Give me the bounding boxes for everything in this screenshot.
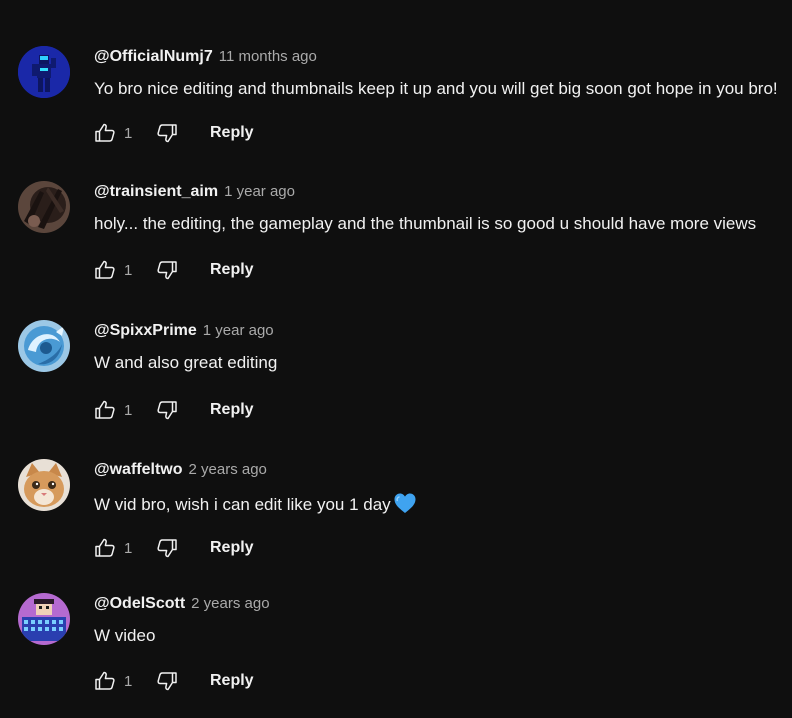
like-button[interactable] xyxy=(92,120,118,146)
thumbs-up-icon xyxy=(95,400,115,419)
comment-actions: 1 Reply xyxy=(92,257,254,283)
dislike-button[interactable] xyxy=(154,120,180,146)
comment-header: @trainsient_aim 1 year ago xyxy=(94,183,295,205)
comment-text: W video xyxy=(94,626,156,645)
comment-timestamp[interactable]: 2 years ago xyxy=(189,461,267,478)
thumbs-up-icon xyxy=(95,671,115,690)
dark-creature-avatar-icon xyxy=(18,181,70,233)
comment-author[interactable]: @SpixxPrime xyxy=(94,322,197,339)
comment-text: W and also great editing xyxy=(94,353,278,372)
comment-item: @OfficialNumj7 11 months ago Yo bro nice … xyxy=(0,46,792,178)
comment-header: @waffeltwo 2 years ago xyxy=(94,461,267,483)
avatar[interactable] xyxy=(18,459,70,511)
comment-timestamp[interactable]: 1 year ago xyxy=(203,322,274,339)
comment-text: Yo bro nice editing and thumbnails keep … xyxy=(94,79,778,98)
pixel-character-avatar-icon xyxy=(18,593,70,645)
comment-item: @SpixxPrime 1 year ago W and also great e… xyxy=(0,320,792,452)
thumbs-up-icon xyxy=(95,538,115,557)
comment-timestamp[interactable]: 11 months ago xyxy=(219,48,317,65)
comment-actions: 1 Reply xyxy=(92,535,254,561)
like-button[interactable] xyxy=(92,668,118,694)
thumbs-down-icon xyxy=(157,672,177,691)
dislike-button[interactable] xyxy=(154,535,180,561)
comment-item: @OdelScott 2 years ago W video 1 Reply xyxy=(0,593,792,718)
blue-heart-icon xyxy=(394,493,416,513)
comment-actions: 1 Reply xyxy=(92,397,254,423)
comment-header: @SpixxPrime 1 year ago xyxy=(94,322,274,344)
dislike-button[interactable] xyxy=(154,257,180,283)
thumbs-up-icon xyxy=(95,260,115,279)
avatar[interactable] xyxy=(18,181,70,233)
like-count: 1 xyxy=(124,401,133,419)
comment-actions: 1 Reply xyxy=(92,120,254,146)
comment-author[interactable]: @trainsient_aim xyxy=(94,183,218,200)
comment-timestamp[interactable]: 2 years ago xyxy=(191,595,269,612)
like-button[interactable] xyxy=(92,257,118,283)
thumbs-down-icon xyxy=(157,261,177,280)
comment-author[interactable]: @OdelScott xyxy=(94,595,185,612)
comment-timestamp[interactable]: 1 year ago xyxy=(224,183,295,200)
like-button[interactable] xyxy=(92,535,118,561)
comment-header: @OdelScott 2 years ago xyxy=(94,595,270,617)
comment-author[interactable]: @OfficialNumj7 xyxy=(94,48,213,65)
thumbs-down-icon xyxy=(157,401,177,420)
like-button[interactable] xyxy=(92,397,118,423)
blue-figure-avatar-icon xyxy=(18,46,70,98)
comment-author[interactable]: @waffeltwo xyxy=(94,461,183,478)
thumbs-down-icon xyxy=(157,124,177,143)
avatar[interactable] xyxy=(18,593,70,645)
reply-button[interactable]: Reply xyxy=(210,401,254,419)
comments-list: @OfficialNumj7 11 months ago Yo bro nice … xyxy=(0,0,792,718)
avatar[interactable] xyxy=(18,46,70,98)
dislike-button[interactable] xyxy=(154,397,180,423)
reply-button[interactable]: Reply xyxy=(210,124,254,142)
like-count: 1 xyxy=(124,672,133,690)
reply-button[interactable]: Reply xyxy=(210,672,254,690)
comment-header: @OfficialNumj7 11 months ago xyxy=(94,48,317,70)
reply-button[interactable]: Reply xyxy=(210,539,254,557)
comment-item: @waffeltwo 2 years ago W vid bro, wish i … xyxy=(0,459,792,591)
dislike-button[interactable] xyxy=(154,668,180,694)
comment-item: @trainsient_aim 1 year ago holy... the ed… xyxy=(0,181,792,313)
reply-button[interactable]: Reply xyxy=(210,261,254,279)
like-count: 1 xyxy=(124,261,133,279)
comment-text: W vid bro, wish i can edit like you 1 da… xyxy=(94,492,417,515)
avatar[interactable] xyxy=(18,320,70,372)
thumbs-up-icon xyxy=(95,123,115,142)
kitten-avatar-icon xyxy=(18,459,70,511)
comment-actions: 1 Reply xyxy=(92,668,254,694)
thumbs-down-icon xyxy=(157,539,177,558)
blue-swirl-avatar-icon xyxy=(18,320,70,372)
comment-text-content: W vid bro, wish i can edit like you 1 da… xyxy=(94,495,391,514)
like-count: 1 xyxy=(124,124,133,142)
comment-text: holy... the editing, the gameplay and th… xyxy=(94,214,757,233)
like-count: 1 xyxy=(124,539,133,557)
